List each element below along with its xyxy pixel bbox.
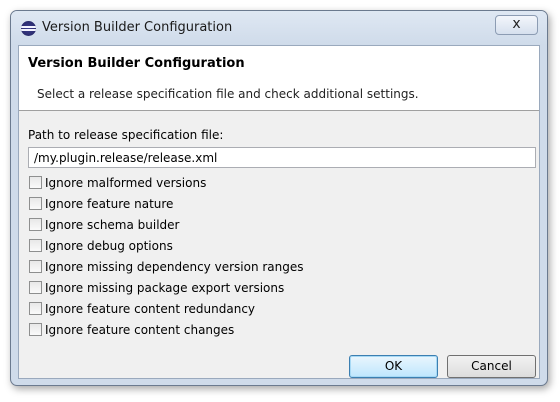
- path-input[interactable]: [28, 147, 536, 168]
- close-button[interactable]: x: [495, 15, 538, 35]
- option-ignore-missing-package-export-versions[interactable]: Ignore missing package export versions: [28, 277, 304, 298]
- option-ignore-missing-dependency-version-ranges[interactable]: Ignore missing dependency version ranges: [28, 256, 304, 277]
- dialog-body: Version Builder Configuration Select a r…: [18, 45, 540, 379]
- dialog-window: Version Builder Configuration x Version …: [10, 10, 548, 386]
- checkbox[interactable]: [29, 281, 42, 294]
- checkbox[interactable]: [29, 302, 42, 315]
- option-label: Ignore debug options: [45, 238, 173, 253]
- header-description: Select a release specification file and …: [37, 87, 419, 101]
- ok-button[interactable]: OK: [349, 355, 438, 378]
- option-ignore-feature-content-redundancy[interactable]: Ignore feature content redundancy: [28, 298, 304, 319]
- option-ignore-schema-builder[interactable]: Ignore schema builder: [28, 214, 304, 235]
- option-ignore-feature-content-changes[interactable]: Ignore feature content changes: [28, 319, 304, 340]
- title-bar[interactable]: Version Builder Configuration x: [11, 11, 547, 45]
- option-label: Ignore feature content changes: [45, 322, 235, 337]
- checkbox[interactable]: [29, 239, 42, 252]
- option-label: Ignore missing package export versions: [45, 280, 285, 295]
- eclipse-icon: [21, 21, 36, 36]
- option-label: Ignore schema builder: [45, 217, 180, 232]
- option-label: Ignore feature nature: [45, 196, 174, 211]
- checkbox[interactable]: [29, 218, 42, 231]
- option-label: Ignore feature content redundancy: [45, 301, 256, 316]
- checkbox[interactable]: [29, 260, 42, 273]
- checkbox[interactable]: [29, 323, 42, 336]
- path-label: Path to release specification file:: [28, 128, 224, 142]
- option-label: Ignore malformed versions: [45, 175, 207, 190]
- header-title: Version Builder Configuration: [28, 56, 245, 71]
- cancel-button[interactable]: Cancel: [447, 355, 536, 378]
- option-ignore-debug-options[interactable]: Ignore debug options: [28, 235, 304, 256]
- option-ignore-feature-nature[interactable]: Ignore feature nature: [28, 193, 304, 214]
- option-ignore-malformed-versions[interactable]: Ignore malformed versions: [28, 172, 304, 193]
- checkbox[interactable]: [29, 176, 42, 189]
- option-label: Ignore missing dependency version ranges: [45, 259, 304, 274]
- close-icon: x: [512, 16, 521, 32]
- checkbox[interactable]: [29, 197, 42, 210]
- dialog-header: Version Builder Configuration Select a r…: [19, 46, 539, 111]
- options-list: Ignore malformed versions Ignore feature…: [28, 172, 304, 340]
- window-title: Version Builder Configuration: [42, 20, 233, 35]
